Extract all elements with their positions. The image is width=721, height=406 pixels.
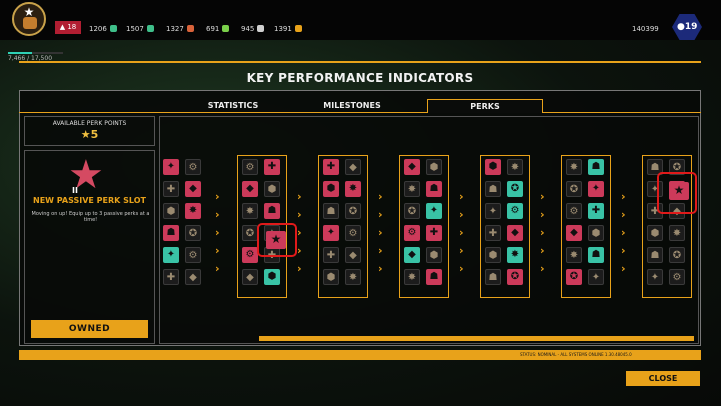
close-button[interactable]: CLOSE [626,371,700,386]
perk-description: Moving on up! Equip up to 3 passive perk… [31,211,150,223]
tab-milestones[interactable]: MILESTONES [287,99,417,113]
tab-perks[interactable]: PERKS [427,99,543,113]
ammo-icon [109,25,117,32]
top-bar [0,0,721,40]
perk-tree-scrollbar[interactable] [259,336,694,341]
character-portrait [23,17,37,29]
level-indicator: ▲ 18 [55,21,81,34]
xp-progress-bar [8,52,63,54]
resource-gear: 945 [241,25,265,33]
status-text: STATUS: NOMINAL - ALL SYSTEMS ONLINE 1.3… [520,352,632,357]
header-divider [19,61,701,63]
page-title: KEY PERFORMANCE INDICATORS [246,71,474,85]
perk-tree[interactable] [159,116,699,344]
resource-coin: 1391 [274,25,302,33]
fire-icon [186,25,194,32]
leaf-icon [222,25,230,32]
crystal-icon [146,25,154,32]
level-value: 18 [67,23,77,31]
resource-ammo: 1206 [89,25,117,33]
perk-points-label: AVAILABLE PERK POINTS [52,120,127,127]
coin-icon [294,25,302,32]
resource-fire: 1327 [166,25,194,33]
perk-title: NEW PASSIVE PERK SLOT [33,196,146,205]
resource-leaf: 691 [206,25,230,33]
resource-crystal: 1507 [126,25,154,33]
star-icon: ★ [80,128,91,141]
xp-progress-fill [8,52,32,54]
perk-tier: II [72,186,78,195]
currency-total: 140399 [632,25,659,33]
perk-points-value: ★5 [80,128,99,141]
hex-badge-value: ●19 [677,22,698,32]
gear-icon [257,25,265,32]
tab-statistics[interactable]: STATISTICS [168,99,298,113]
owned-button[interactable]: OWNED [31,320,148,338]
rank-badge[interactable]: ★ [12,2,46,36]
